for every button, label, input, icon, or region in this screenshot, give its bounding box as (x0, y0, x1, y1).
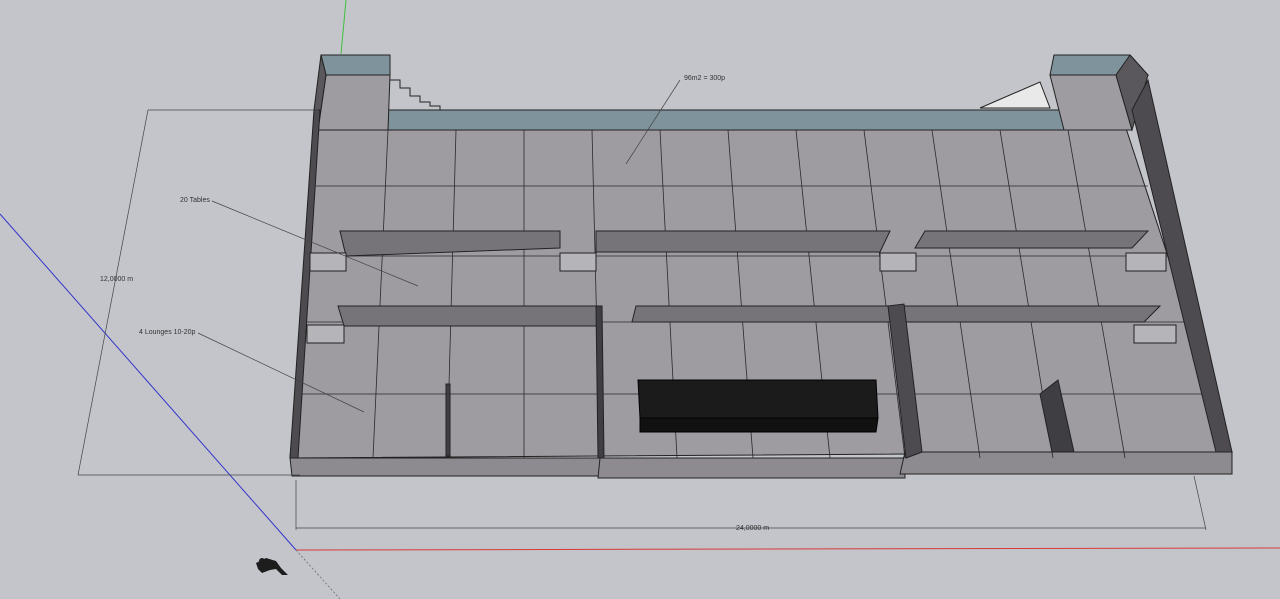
red-axis (295, 547, 1280, 551)
bench-row1-right (914, 230, 1150, 249)
stage-front (639, 417, 879, 433)
area-annotation: 96m2 = 300p (684, 75, 725, 82)
stage-block (637, 379, 879, 433)
seat-block-2 (559, 252, 597, 272)
partition-mid-left (595, 305, 605, 459)
seat-block-4 (1125, 252, 1167, 272)
slab-front-left (289, 457, 601, 477)
green-axis (340, 0, 347, 55)
seat-block-6 (1133, 324, 1177, 344)
width-dimension-label: 24,0000 m (736, 525, 769, 532)
left-tower-front (317, 74, 391, 131)
bench-row1-mid (595, 230, 891, 253)
slab-front-right (899, 451, 1233, 475)
left-tower-top (320, 54, 391, 76)
slab-front-mid (597, 457, 906, 479)
depth-dimension-label: 12,0000 m (100, 276, 133, 283)
right-stairs (979, 81, 1051, 109)
person-figure-icon (256, 558, 288, 575)
model-scene[interactable]: 12,0000 m 24,0000 m 96m2 = 300p 20 Table… (0, 0, 1280, 599)
green-axis-dotted (295, 549, 341, 599)
seat-block-1 (309, 252, 347, 272)
tables-annotation: 20 Tables (180, 197, 210, 204)
back-glass-wall (385, 109, 1079, 131)
blue-axis (0, 213, 297, 551)
lounges-annotation: 4 Lounges 10-20p (139, 329, 196, 336)
seat-block-5 (306, 324, 345, 344)
stage-top (637, 379, 879, 419)
partition-lounge-left (445, 383, 451, 457)
glass-top (385, 109, 1079, 131)
left-stairs (390, 79, 441, 110)
seat-block-3 (879, 252, 917, 272)
bench-row2-left (337, 305, 599, 327)
sketchup-viewport[interactable]: 12,0000 m 24,0000 m 96m2 = 300p 20 Table… (0, 0, 1280, 599)
